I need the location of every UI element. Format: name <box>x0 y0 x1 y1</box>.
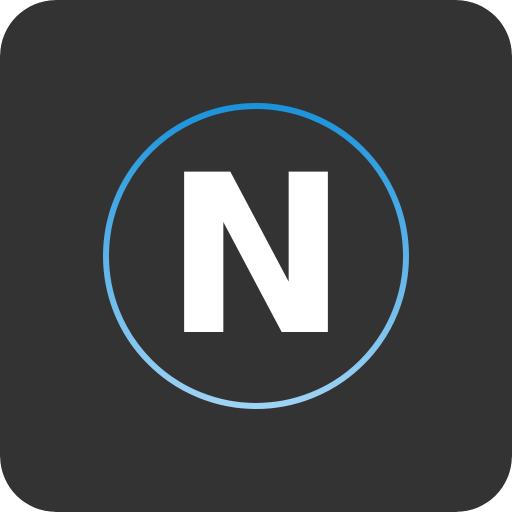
app-icon[interactable]: N <box>0 0 512 512</box>
logo-letter: N <box>164 128 348 384</box>
n-logo-icon: N <box>0 0 512 512</box>
